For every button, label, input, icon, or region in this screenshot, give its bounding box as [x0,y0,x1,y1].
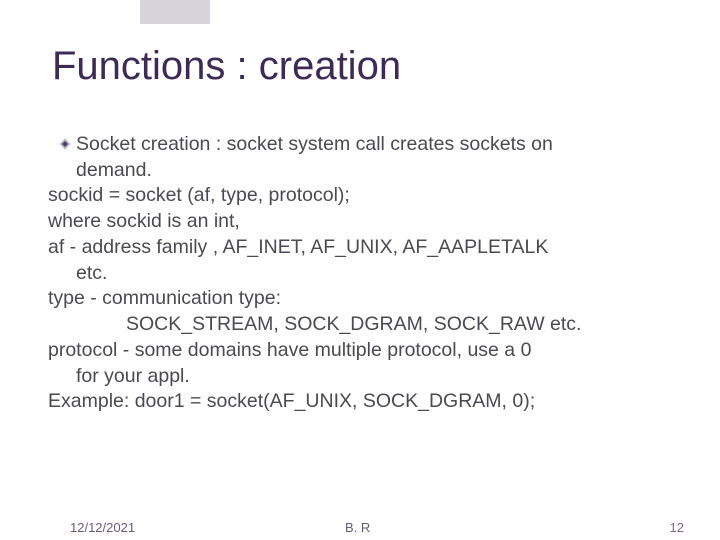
body-line: demand. [48,158,678,184]
body-line: SOCK_STREAM, SOCK_DGRAM, SOCK_RAW etc. [48,312,678,338]
body-text: Socket creation : socket system call cre… [76,133,553,155]
body-line: sockid = socket (af, type, protocol); [48,183,678,209]
diamond-bullet-icon [58,137,72,151]
footer-date: 12/12/2021 [70,520,135,535]
footer-page-number: 12 [670,520,684,535]
body-line: af - address family , AF_INET, AF_UNIX, … [48,235,678,261]
slide-body: Socket creation : socket system call cre… [48,132,678,415]
slide-title: Functions : creation [52,44,401,89]
top-accent-bar [140,0,210,24]
body-line: Socket creation : socket system call cre… [48,132,678,158]
body-line: etc. [48,261,678,287]
body-line: for your appl. [48,364,678,390]
body-line: Example: door1 = socket(AF_UNIX, SOCK_DG… [48,389,678,415]
body-line: type - communication type: [48,286,678,312]
body-line: protocol - some domains have multiple pr… [48,338,678,364]
body-line: where sockid is an int, [48,209,678,235]
footer-author: B. R [345,520,370,535]
